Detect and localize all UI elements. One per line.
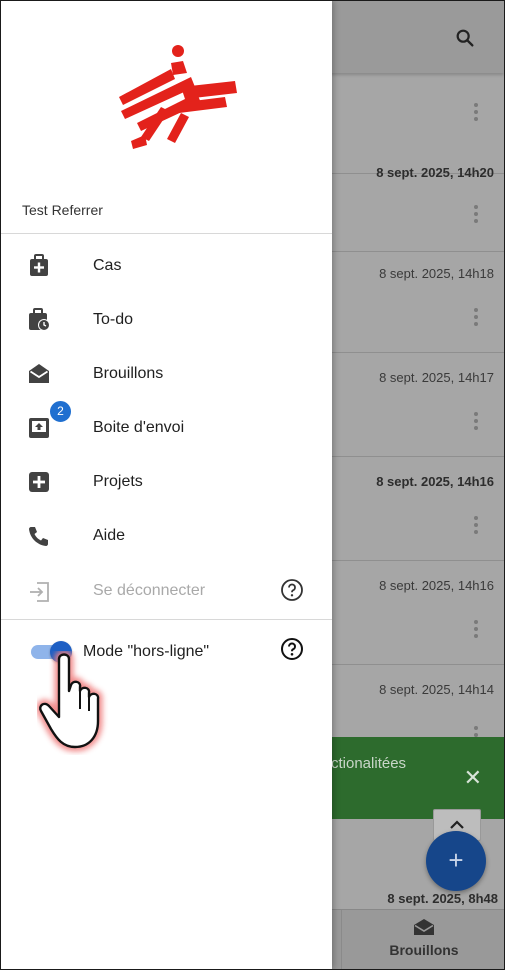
menu-label: Se déconnecter (93, 582, 206, 599)
envelope-open-icon (29, 364, 49, 383)
search-icon[interactable] (454, 27, 476, 49)
menu-label: Cas (93, 257, 122, 274)
menu-item-logout[interactable]: Se déconnecter (1, 578, 332, 632)
help-icon[interactable] (280, 637, 304, 661)
menu-item-aide[interactable]: Aide (1, 524, 332, 578)
item-date: 8 sept. 2025, 14h20 (376, 165, 494, 180)
item-date: 8 sept. 2025, 14h16 (379, 578, 494, 593)
user-name: Test Referrer (22, 202, 103, 218)
tap-hand-icon (37, 651, 103, 752)
briefcase-clock-icon (29, 308, 50, 331)
envelope-open-icon (414, 919, 434, 935)
more-vert-icon[interactable] (474, 412, 478, 433)
outbox-icon (29, 418, 49, 438)
help-icon[interactable] (280, 578, 304, 602)
medkit-icon (30, 254, 48, 276)
more-vert-icon[interactable] (474, 205, 478, 226)
more-vert-icon[interactable] (474, 620, 478, 641)
close-icon[interactable]: ✕ (464, 765, 482, 791)
divider (1, 619, 332, 620)
item-date: 8 sept. 2025, 8h48 (387, 891, 498, 906)
tab-brouillons[interactable]: Brouillons (341, 910, 504, 969)
menu-label: To-do (93, 311, 134, 328)
more-vert-icon[interactable] (474, 308, 478, 329)
item-date: 8 sept. 2025, 14h18 (379, 266, 494, 281)
item-date: 8 sept. 2025, 14h14 (379, 682, 494, 697)
divider (1, 233, 332, 234)
menu-item-todo[interactable]: To-do (1, 308, 332, 362)
tab-label: Brouillons (389, 942, 459, 958)
item-date: 8 sept. 2025, 14h17 (379, 370, 494, 385)
app-frame: 8 sept. 2025, 14h20 8 sept. 2025, 14h18 … (0, 0, 505, 970)
more-vert-icon[interactable] (474, 103, 478, 124)
menu-label: Aide (93, 527, 126, 544)
menu-label: Projets (93, 473, 143, 490)
snackbar-text: ctionalitées (331, 755, 407, 772)
more-vert-icon[interactable] (474, 516, 478, 537)
phone-icon (29, 527, 48, 546)
add-fab-button[interactable]: + (426, 831, 486, 891)
menu-item-cas[interactable]: Cas (1, 254, 332, 308)
plus-square-icon (29, 472, 49, 492)
logout-icon (30, 582, 49, 602)
notification-badge: 2 (49, 400, 72, 423)
menu-item-projets[interactable]: Projets (1, 470, 332, 524)
navigation-drawer: Test Referrer Cas To-do Brouillons 2 Boi… (1, 1, 332, 969)
menu-label: Brouillons (93, 365, 164, 382)
menu-item-boite-envoi[interactable]: 2 Boite d'envoi (1, 400, 332, 470)
menu-label: Boite d'envoi (93, 419, 185, 436)
msf-logo (119, 45, 237, 149)
item-date: 8 sept. 2025, 14h16 (376, 474, 494, 489)
